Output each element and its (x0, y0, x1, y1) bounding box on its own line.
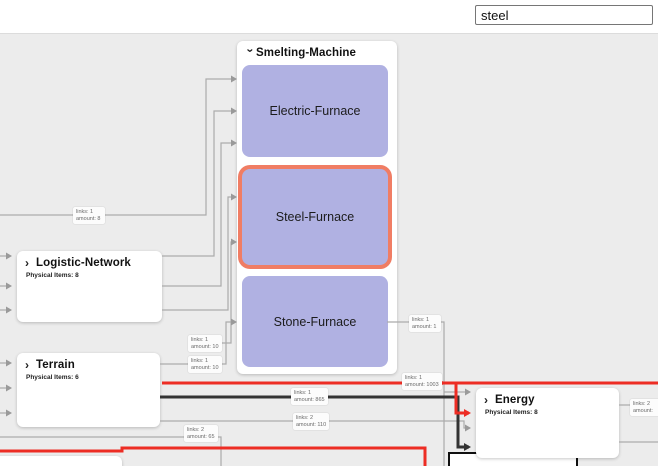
group-item-count: Physical Items: 8 (26, 272, 79, 279)
group-smelting-machine[interactable]: › Smelting-Machine Electric-Furnace Stee… (237, 41, 397, 374)
top-bar (0, 0, 658, 33)
edge-label: links: 2 amount: (630, 399, 658, 416)
group-title: Logistic-Network (36, 257, 131, 269)
node-stone-furnace[interactable]: Stone-Furnace (242, 276, 388, 367)
group-title: Terrain (36, 359, 75, 371)
edge-label: links: 2 amount: 65 (184, 425, 218, 442)
chevron-right-icon[interactable]: › (484, 394, 495, 406)
node-label: Stone-Furnace (273, 314, 357, 329)
group-energy[interactable]: › Energy Physical Items: 8 (476, 388, 619, 458)
group-header[interactable]: › Logistic-Network (17, 251, 162, 271)
node-steel-furnace[interactable]: Steel-Furnace (242, 169, 388, 265)
group-item-count: Physical Items: 6 (26, 374, 79, 381)
search-input[interactable] (475, 5, 653, 25)
group-header[interactable]: › Terrain (17, 353, 160, 373)
node-label: Steel-Furnace (275, 210, 355, 224)
group-header[interactable]: › Smelting-Machine (237, 41, 397, 61)
chevron-down-icon[interactable]: › (243, 49, 257, 60)
node-electric-furnace[interactable]: Electric-Furnace (242, 65, 388, 157)
edge-label: links: 1 amount: 10 (188, 335, 222, 352)
chevron-right-icon[interactable]: › (25, 359, 36, 371)
node-label: Electric-Furnace (269, 104, 361, 118)
chevron-right-icon[interactable]: › (25, 257, 36, 269)
edge-label: links: 1 amount: 865 (291, 388, 328, 405)
group-header[interactable]: › Energy (476, 388, 619, 408)
edge-label: links: 1 amount: 1 (409, 315, 441, 332)
edge-label: links: 1 amount: 1003 (402, 373, 442, 390)
edge-label: links: 2 amount: 110 (293, 413, 330, 430)
group-terrain[interactable]: › Terrain Physical Items: 6 (17, 353, 160, 427)
group-title: Smelting-Machine (256, 47, 357, 59)
edge-label: links: 1 amount: 10 (188, 356, 222, 373)
group-title: Energy (495, 394, 535, 406)
group-logistic-network[interactable]: › Logistic-Network Physical Items: 8 (17, 251, 162, 322)
partial-card[interactable] (0, 456, 122, 466)
edge-label: links: 1 amount: 8 (73, 207, 105, 224)
group-item-count: Physical Items: 8 (485, 409, 538, 416)
